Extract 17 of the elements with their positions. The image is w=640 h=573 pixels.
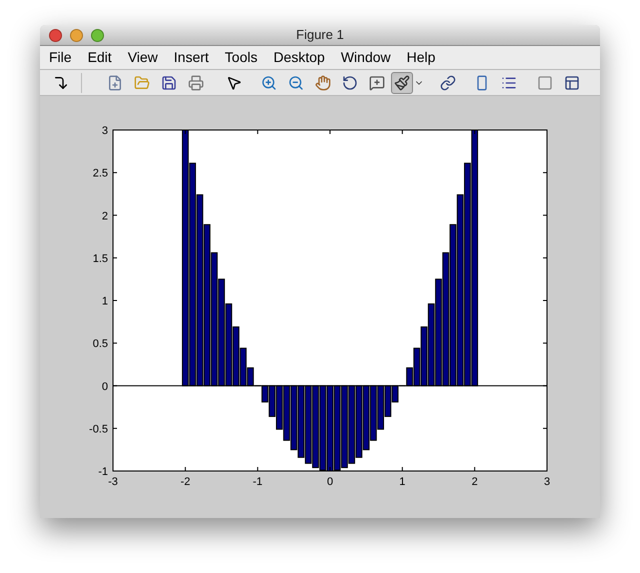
y-tick-label: 2.5	[92, 168, 108, 180]
y-tick-label: -0.5	[89, 423, 108, 436]
y-tick-label: 2	[102, 210, 108, 222]
x-tick-label: 1	[399, 476, 406, 488]
window-title: Figure 1	[296, 26, 344, 44]
x-tick-label: 2	[472, 476, 478, 488]
x-tick-label: -1	[252, 476, 263, 488]
x-tick-label: 3	[544, 476, 550, 488]
y-tick-label: 0.5	[92, 338, 108, 350]
y-tick-label: 1.5	[92, 252, 108, 265]
x-tick-label: -2	[180, 476, 190, 488]
y-tick-label: 0	[102, 380, 108, 393]
x-tick-label: -3	[108, 476, 118, 488]
x-tick-label: 0	[326, 476, 334, 488]
y-tick-label: 3	[102, 125, 108, 137]
y-tick-label: 1	[102, 296, 108, 308]
y-tick-label: -1	[98, 466, 108, 478]
